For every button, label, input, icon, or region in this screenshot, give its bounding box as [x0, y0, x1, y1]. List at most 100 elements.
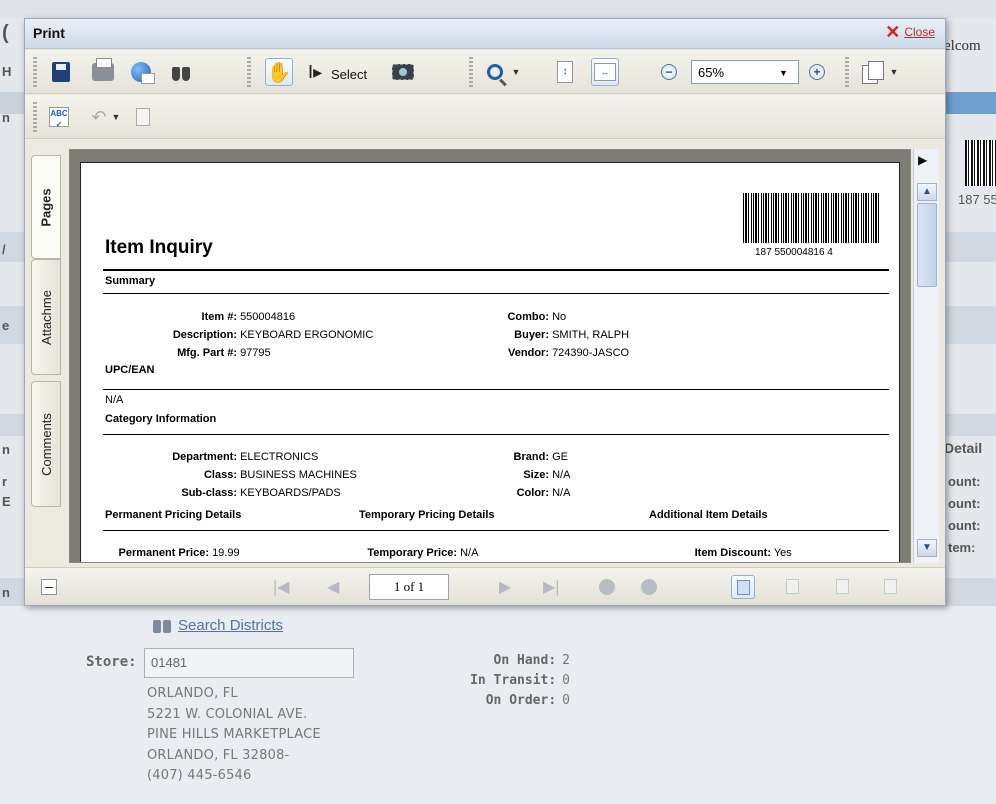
subclass-field: Sub-class: KEYBOARDS/PADS — [105, 487, 340, 499]
buyer-field: Buyer: SMITH, RALPH — [481, 329, 629, 341]
select-tool-label: Select — [331, 67, 368, 82]
binoculars-icon — [171, 63, 191, 81]
save-button[interactable] — [47, 58, 75, 86]
find-button[interactable] — [167, 58, 195, 86]
document-viewport[interactable]: Item Inquiry 187 550004816 4 Summary Ite… — [69, 149, 911, 563]
minus-icon: − — [661, 64, 677, 80]
scroll-thumb[interactable] — [917, 203, 937, 287]
divider — [103, 389, 889, 390]
tab-attachments[interactable]: Attachme — [31, 259, 61, 375]
stock-value: 0 — [562, 673, 570, 688]
vendor-field: Vendor: 724390-JASCO — [481, 347, 629, 359]
hand-tool-button[interactable]: ✋ — [265, 58, 293, 86]
field-value: N/A — [552, 469, 571, 481]
paste-button[interactable] — [129, 103, 157, 131]
last-page-icon[interactable]: ▶| — [543, 577, 559, 597]
previous-page-icon[interactable]: ◀ — [327, 577, 339, 597]
select-tool-button[interactable]: I▸ — [301, 58, 329, 86]
page-number-input[interactable]: 1 of 1 — [369, 574, 449, 600]
print-button[interactable] — [89, 58, 117, 86]
stock-row: On Order: 0 — [462, 691, 570, 711]
field-value: N/A — [460, 547, 479, 559]
bg-barcode — [965, 140, 996, 186]
collapse-panel-button[interactable] — [41, 579, 57, 595]
address-line: PINE HILLS MARKETPLACE — [147, 727, 321, 742]
field-value: No — [552, 311, 567, 323]
field-label: Department: — [172, 451, 237, 463]
permanent-price-field: Permanent Price: 19.99 — [109, 547, 240, 559]
toolbar-grip[interactable] — [247, 57, 251, 87]
report-barcode-number: 187 550004816 4 — [755, 247, 833, 258]
upc-value: N/A — [105, 394, 124, 406]
page-navigation-bar: |◀ ◀ 1 of 1 ▶ ▶| — [25, 567, 945, 605]
stock-row: On Hand: 2 — [462, 651, 570, 671]
scroll-down-button[interactable]: ▼ — [917, 539, 937, 557]
upc-heading: UPC/EAN — [105, 364, 155, 376]
field-label: Color: — [516, 487, 549, 499]
next-page-icon[interactable]: ▶ — [499, 577, 511, 597]
toolbar-grip[interactable] — [33, 102, 37, 132]
bg-left-letter: n — [2, 110, 10, 125]
tab-pages[interactable]: Pages — [31, 155, 61, 259]
report-page: Item Inquiry 187 550004816 4 Summary Ite… — [80, 162, 900, 562]
close-button[interactable]: ✕ Close — [885, 23, 935, 41]
tab-label: Pages — [38, 187, 54, 227]
save-icon — [52, 62, 70, 82]
field-value: 724390-JASCO — [552, 347, 630, 359]
email-button[interactable] — [127, 58, 155, 86]
fit-width-button[interactable]: ↔ — [591, 58, 619, 86]
scroll-up-button[interactable]: ▲ — [917, 183, 937, 201]
toolbar-grip[interactable] — [33, 57, 37, 87]
search-districts-link[interactable]: Search Districts — [152, 617, 283, 634]
toolbar-grip[interactable] — [469, 57, 473, 87]
zoom-tool-dropdown[interactable]: ▼ — [509, 58, 523, 86]
page-layout-dropdown[interactable]: ▼ — [887, 58, 901, 86]
undo-dropdown[interactable]: ▼ — [109, 103, 123, 131]
bg-left-letter: e — [2, 318, 10, 333]
grid-view-button[interactable] — [831, 575, 855, 599]
stock-value: 2 — [562, 653, 570, 668]
toolbar-grip[interactable] — [845, 57, 849, 87]
bg-left-letter: H — [2, 64, 12, 79]
fit-page-button[interactable]: ↕ — [551, 58, 579, 86]
zoom-tool-button[interactable] — [481, 58, 509, 86]
temporary-price-field: Temporary Price: N/A — [359, 547, 478, 559]
single-page-view-button[interactable] — [731, 575, 755, 599]
permanent-pricing-heading: Permanent Pricing Details — [105, 509, 242, 521]
spellcheck-button[interactable]: ABC ✓ — [45, 103, 73, 131]
bg-count-label: ount: — [948, 518, 981, 533]
caret-down-icon[interactable]: ▼ — [779, 68, 788, 78]
previous-view-button[interactable] — [599, 579, 615, 595]
store-label: Store: — [86, 654, 137, 670]
field-value: ELECTRONICS — [240, 451, 319, 463]
divider — [103, 434, 889, 435]
field-value: BUSINESS MACHINES — [240, 469, 357, 481]
field-label: Permanent Price: — [118, 547, 209, 559]
divider — [103, 530, 889, 531]
undo-icon: ↶ — [91, 106, 107, 127]
facing-view-button[interactable] — [879, 575, 903, 599]
stock-label: In Transit: — [470, 673, 557, 688]
expand-panel-icon[interactable]: ▶ — [918, 153, 927, 167]
next-view-button[interactable] — [641, 579, 657, 595]
tab-comments[interactable]: Comments — [31, 381, 61, 507]
spellcheck-icon: ABC ✓ — [49, 107, 69, 129]
snapshot-button[interactable] — [389, 58, 417, 86]
zoom-out-button[interactable]: − — [655, 58, 683, 86]
bg-left-letter: r — [2, 474, 8, 489]
field-value: 97795 — [240, 347, 271, 359]
store-input[interactable]: 01481 — [144, 648, 354, 678]
field-label: Vendor: — [508, 347, 549, 359]
magnifier-icon — [487, 64, 503, 80]
caret-down-icon: ▼ — [111, 112, 121, 122]
zoom-in-button[interactable]: + — [803, 58, 831, 86]
vertical-scrollbar[interactable]: ▶ ▲ ▼ — [913, 149, 939, 563]
dialog-titlebar: Print ✕ Close — [25, 19, 945, 49]
bg-left-letter: n — [2, 442, 10, 457]
page-layout-button[interactable] — [859, 58, 887, 86]
field-value: 19.99 — [212, 547, 240, 559]
continuous-view-button[interactable] — [781, 575, 805, 599]
combo-field: Combo: No — [481, 311, 566, 323]
first-page-icon[interactable]: |◀ — [273, 577, 289, 597]
class-field: Class: BUSINESS MACHINES — [105, 469, 357, 481]
